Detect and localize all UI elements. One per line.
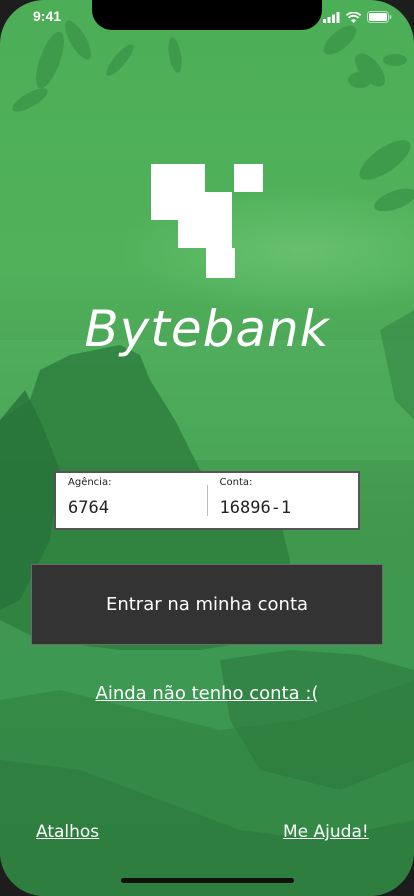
agency-label: Agência: (68, 477, 112, 488)
brand-name: Bytebank (84, 300, 330, 358)
shortcuts-link[interactable]: Atalhos (36, 822, 99, 842)
agency-field: Agência: (56, 477, 208, 518)
signal-icon (323, 11, 340, 23)
help-link[interactable]: Me Ajuda! (283, 822, 369, 842)
account-label: Conta: (219, 477, 253, 488)
home-indicator[interactable] (121, 878, 294, 883)
bytebank-logo-icon (151, 164, 263, 278)
account-field: Conta: (208, 473, 359, 528)
status-icons (323, 11, 392, 23)
wifi-icon (346, 11, 361, 23)
phone-screen: 9:41 Bytebank Agência: 6764 Conta: 16896… (0, 0, 414, 896)
login-button[interactable]: Entrar na minha conta (31, 564, 383, 645)
account-input[interactable] (219, 498, 340, 518)
status-time: 9:41 (33, 8, 62, 24)
login-form: Agência: Conta: (54, 471, 360, 530)
agency-input[interactable] (68, 498, 188, 518)
device-notch (92, 0, 322, 30)
battery-icon (367, 11, 392, 23)
background-scenery (0, 20, 414, 896)
status-bar: 9:41 (0, 0, 414, 34)
signup-link[interactable]: Ainda não tenho conta :( (0, 683, 414, 704)
